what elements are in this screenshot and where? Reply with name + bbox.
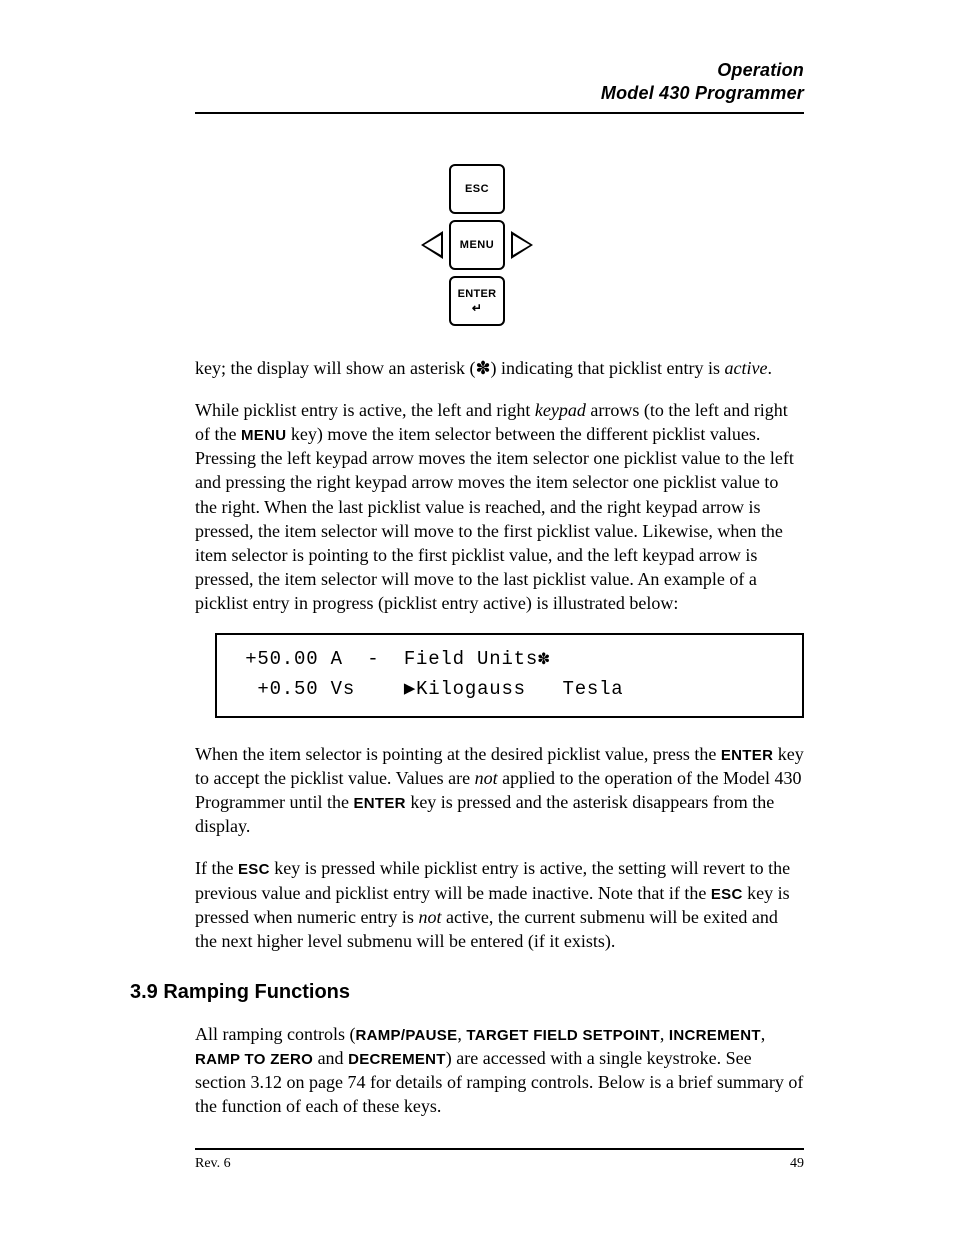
header-line-2: Model 430 Programmer [195,83,804,104]
footer-page: 49 [790,1156,804,1172]
enter-arrow-icon: ↵ [472,301,482,315]
enter-key-label: ENTER [458,288,497,300]
paragraph-3: When the item selector is pointing at th… [195,742,804,838]
header-line-1: Operation [195,60,804,81]
right-arrow-icon [511,231,533,259]
esc-key: ESC [449,164,505,214]
lcd-display: +50.00 A - Field Units✽ +0.50 Vs ▶Kiloga… [215,633,804,718]
section-heading: 3.9 Ramping Functions [130,981,804,1004]
keypad-diagram: ESC MENU ENTER ↵ [387,164,567,326]
footer-rev: Rev. 6 [195,1156,231,1172]
display-line-1: +50.00 A - Field Units✽ [233,648,550,670]
page-footer: Rev. 6 49 [195,1156,804,1172]
display-line-2: +0.50 Vs ▶Kilogauss Tesla [233,678,624,700]
footer-rule [195,1148,804,1150]
paragraph-2: While picklist entry is active, the left… [195,398,804,615]
menu-key: MENU [449,220,505,270]
menu-key-label: MENU [460,239,494,251]
enter-key: ENTER ↵ [449,276,505,326]
left-arrow-icon [421,231,443,259]
paragraph-4: If the ESC key is pressed while picklist… [195,856,804,952]
paragraph-5: All ramping controls (RAMP/PAUSE, TARGET… [195,1022,804,1118]
header-rule [195,112,804,114]
esc-key-label: ESC [465,183,489,195]
paragraph-1: key; the display will show an asterisk (… [195,356,804,380]
page-header: Operation Model 430 Programmer [195,60,804,104]
